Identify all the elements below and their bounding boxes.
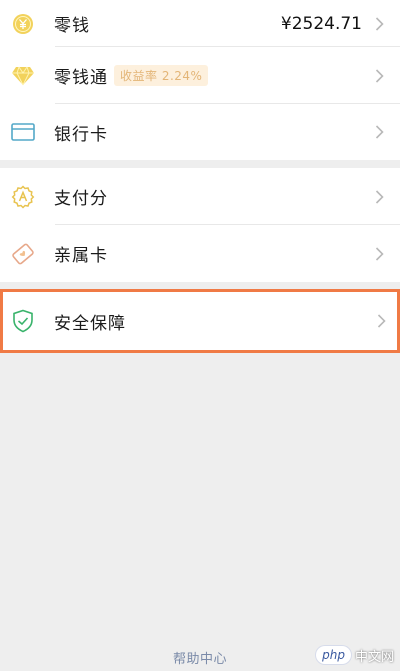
row-change[interactable]: 零钱 ¥2524.71 xyxy=(0,0,400,47)
site-watermark: php 中文网 xyxy=(316,645,394,665)
pay-score-icon xyxy=(11,184,35,209)
watermark-logo: php xyxy=(316,646,351,664)
wallet-group: 零钱 ¥2524.71 零钱通 收益率 2.24% 银行卡 xyxy=(0,0,400,160)
chevron-right-icon xyxy=(375,246,384,261)
security-highlight-frame: 安全保障 xyxy=(0,289,400,353)
bank-card-label: 银行卡 xyxy=(54,124,108,145)
row-change-plus[interactable]: 零钱通 收益率 2.24% xyxy=(0,47,400,104)
chevron-right-icon xyxy=(375,125,384,139)
shield-check-icon xyxy=(11,309,35,333)
services-group: 支付分 亲属卡 xyxy=(0,168,400,282)
yield-badge: 收益率 2.24% xyxy=(114,65,209,86)
chevron-right-icon xyxy=(375,68,384,83)
row-pay-score[interactable]: 支付分 xyxy=(0,168,400,225)
row-bank-card[interactable]: 银行卡 xyxy=(0,104,400,160)
change-balance: ¥2524.71 xyxy=(280,13,362,34)
pay-score-label: 支付分 xyxy=(54,189,108,209)
bank-card-icon xyxy=(11,120,35,144)
row-family-card[interactable]: 亲属卡 xyxy=(0,225,400,282)
yuan-coin-icon xyxy=(11,12,35,36)
family-card-label: 亲属卡 xyxy=(54,246,108,266)
security-label: 安全保障 xyxy=(54,313,126,334)
family-card-icon xyxy=(11,242,35,266)
diamond-icon xyxy=(11,64,35,88)
chevron-right-icon xyxy=(377,314,386,328)
row-security[interactable]: 安全保障 xyxy=(3,292,397,350)
chevron-right-icon xyxy=(375,16,384,31)
change-plus-label: 零钱通 xyxy=(54,68,108,88)
watermark-site: 中文网 xyxy=(354,649,394,665)
change-label: 零钱 xyxy=(54,16,90,36)
chevron-right-icon xyxy=(375,189,384,204)
